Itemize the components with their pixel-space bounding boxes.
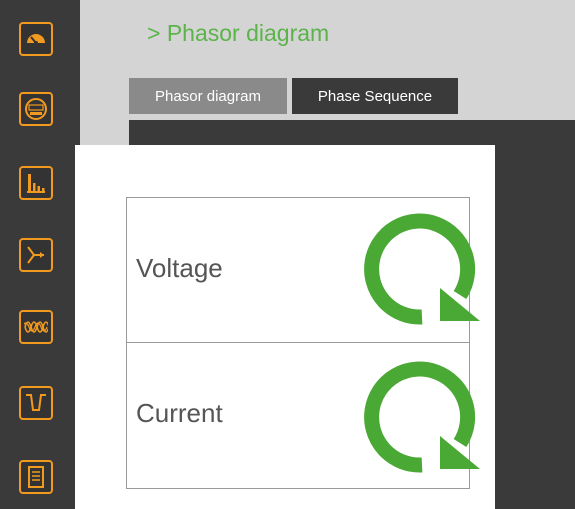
voltage-label: Voltage	[136, 253, 223, 283]
breadcrumb: > Phasor diagram	[147, 20, 330, 46]
tab-phase-sequence[interactable]: Phase Sequence	[292, 78, 458, 114]
tab-phasor-diagram[interactable]: Phasor diagram	[129, 78, 287, 114]
phase-sequence-panel: Voltage Current	[126, 197, 480, 489]
waveform-icon	[24, 321, 48, 333]
sidebar-item-meter[interactable]	[19, 92, 53, 126]
current-row: Current	[127, 343, 480, 488]
sidebar-item-dashboard[interactable]	[19, 22, 53, 56]
bar-chart-icon	[27, 174, 45, 193]
sidebar-item-waveform[interactable]	[19, 310, 53, 344]
sidebar-item-dips[interactable]	[19, 386, 53, 420]
clockwise-rotation-icon	[364, 213, 480, 325]
meter-icon	[25, 98, 47, 120]
voltage-row: Voltage	[127, 198, 480, 343]
clockwise-rotation-icon	[364, 361, 480, 473]
sidebar	[0, 0, 80, 509]
gauge-icon	[27, 34, 45, 45]
current-label: Current	[136, 398, 223, 428]
sidebar-item-phasor[interactable]	[19, 238, 53, 272]
sidebar-item-events[interactable]	[19, 460, 53, 494]
sidebar-item-harmonics[interactable]	[19, 166, 53, 200]
dip-icon	[26, 394, 46, 411]
phasor-icon	[27, 246, 44, 264]
list-icon	[28, 466, 44, 488]
